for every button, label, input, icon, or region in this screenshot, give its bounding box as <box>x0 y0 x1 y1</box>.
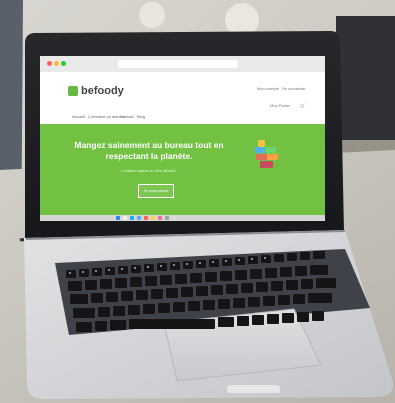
reflection-spot-2 <box>139 2 165 28</box>
hero-banner: Mangez sainement au bureau tout en respe… <box>40 124 325 221</box>
site-logo[interactable]: befoody <box>81 85 124 97</box>
right-dark-object <box>336 16 395 142</box>
trash-icon[interactable] <box>172 216 176 220</box>
photos-icon[interactable] <box>151 216 155 220</box>
nav-blog-link[interactable]: Blog <box>137 114 145 119</box>
music-icon[interactable] <box>158 216 162 220</box>
laptop-screen-webpage: befoody Mon compte Se connecter Mon Pani… <box>40 56 325 221</box>
photo-scene: befoody Mon compte Se connecter Mon Pani… <box>0 0 395 403</box>
front-notch <box>227 385 280 393</box>
login-link[interactable]: Se connecter <box>282 86 306 91</box>
account-link[interactable]: Mon compte <box>257 86 279 91</box>
cart-icon[interactable]: 🛒 <box>300 103 305 108</box>
befoody-logo-icon <box>68 86 78 96</box>
hero-cta-button[interactable]: Je commande <box>138 184 174 198</box>
hero-subtitle: Livraison rapide et zéro déchet <box>120 168 176 173</box>
hero-title: Mangez sainement au bureau tout en respe… <box>74 140 224 161</box>
safari-icon[interactable] <box>130 216 134 220</box>
finder-icon[interactable] <box>116 216 120 220</box>
address-bar[interactable] <box>118 60 238 68</box>
dock <box>40 215 325 221</box>
mail-icon[interactable] <box>137 216 141 220</box>
launchpad-icon[interactable] <box>123 216 127 220</box>
site-header: befoody Mon compte Se connecter Mon Pani… <box>40 72 325 124</box>
nav-contact-link[interactable]: Contact <box>120 114 134 119</box>
maximize-window-icon[interactable] <box>61 61 66 66</box>
browser-chrome <box>40 56 325 73</box>
minimize-window-icon[interactable] <box>54 61 59 66</box>
cart-link[interactable]: Mon Panier <box>270 103 290 108</box>
calendar-icon[interactable] <box>144 216 148 220</box>
close-window-icon[interactable] <box>47 61 52 66</box>
settings-icon[interactable] <box>165 216 169 220</box>
stacked-boxes-illustration <box>255 140 278 168</box>
nav-home-link[interactable]: Accueil <box>72 114 85 119</box>
